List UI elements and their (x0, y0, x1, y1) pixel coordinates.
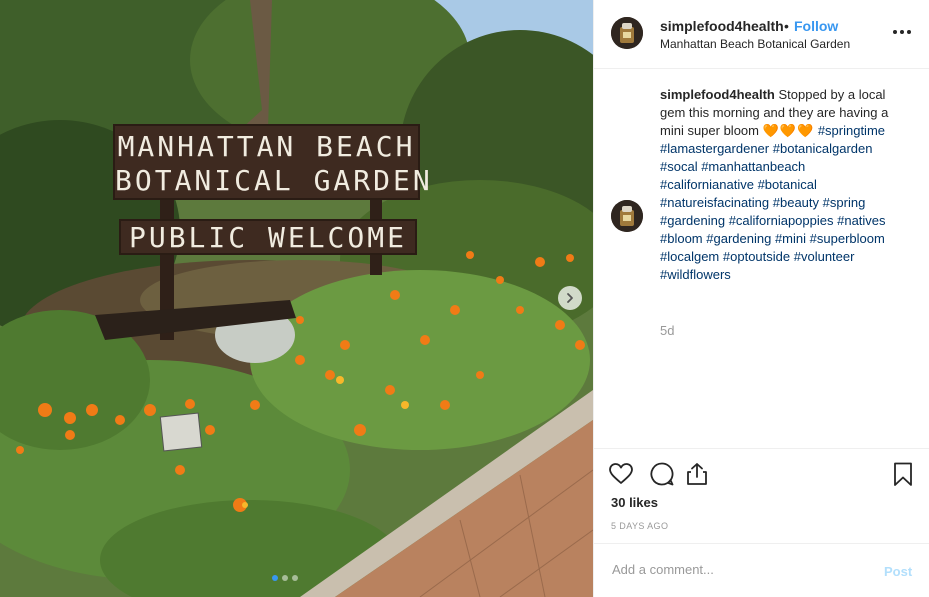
location-link[interactable]: Manhattan Beach Botanical Garden (660, 37, 850, 51)
hashtag-link[interactable]: #localgem (660, 249, 719, 264)
carousel-dot (292, 575, 298, 581)
hashtag-link[interactable]: #natureisfacinating (660, 195, 769, 210)
garden-sign-top: MANHATTAN BEACH BOTANICAL GARDEN (113, 124, 433, 200)
instagram-post-modal: MANHATTAN BEACH BOTANICAL GARDEN PUBLIC … (0, 0, 929, 597)
hashtag-link[interactable]: #bloom (660, 231, 703, 246)
add-comment-bar: Post (594, 543, 929, 597)
hashtag-link[interactable]: #mini (775, 231, 806, 246)
caption-text: simplefood4health Stopped by a local gem… (660, 86, 900, 284)
hashtag-link[interactable]: #manhattanbeach (701, 159, 805, 174)
follow-button[interactable]: Follow (794, 18, 838, 34)
comment-icon[interactable] (649, 461, 675, 487)
heart-icon[interactable] (608, 461, 634, 487)
sign-line-2: BOTANICAL GARDEN (115, 164, 433, 197)
hashtag-link[interactable]: #gardening (660, 213, 725, 228)
garden-sign-bottom: PUBLIC WELCOME (119, 219, 417, 255)
header-username[interactable]: simplefood4health (660, 18, 784, 34)
avatar[interactable] (611, 200, 643, 232)
hashtag-link[interactable]: #botanical (758, 177, 817, 192)
more-options-icon (893, 30, 897, 34)
posted-timestamp[interactable]: 5 DAYS AGO (611, 521, 668, 531)
hashtag-link[interactable]: #springtime (818, 123, 885, 138)
profile-photo-icon (611, 200, 643, 232)
hashtag-link[interactable]: #wildflowers (660, 267, 731, 282)
hashtag-link[interactable]: #superbloom (810, 231, 885, 246)
post-header: simplefood4health • Follow Manhattan Bea… (594, 0, 929, 69)
comment-input[interactable] (610, 561, 864, 578)
caption-username[interactable]: simplefood4health (660, 87, 775, 102)
post-photo[interactable]: MANHATTAN BEACH BOTANICAL GARDEN PUBLIC … (0, 0, 593, 597)
chevron-right-icon (567, 293, 573, 303)
bookmark-icon[interactable] (890, 461, 916, 487)
hashtag-link[interactable]: #beauty (773, 195, 819, 210)
hashtag-link[interactable]: #californiapoppies (729, 213, 834, 228)
hashtag-link[interactable]: #gardening (706, 231, 771, 246)
carousel-dot (282, 575, 288, 581)
separator-dot: • (784, 18, 789, 34)
carousel-indicator (272, 575, 298, 581)
hashtag-link[interactable]: #botanicalgarden (773, 141, 873, 156)
sign-line-3: PUBLIC WELCOME (128, 221, 407, 254)
sign-line-1: MANHATTAN BEACH (117, 130, 416, 163)
share-icon[interactable] (684, 461, 710, 487)
next-photo-button[interactable] (558, 286, 582, 310)
more-options-icon-dot (900, 30, 904, 34)
hashtag-link[interactable]: #volunteer (794, 249, 855, 264)
profile-photo-icon (611, 17, 643, 49)
post-comment-button[interactable]: Post (884, 564, 912, 579)
action-bar: 30 likes 5 DAYS AGO (594, 448, 929, 543)
more-options-icon-dot (907, 30, 911, 34)
hashtag-link[interactable]: #natives (837, 213, 885, 228)
hashtag-link[interactable]: #spring (823, 195, 866, 210)
avatar[interactable] (611, 17, 643, 49)
likes-count[interactable]: 30 likes (611, 495, 658, 510)
garden-scene-image (0, 0, 593, 597)
post-side-panel: simplefood4health • Follow Manhattan Bea… (593, 0, 929, 597)
hashtag-link[interactable]: #lamastergardener (660, 141, 769, 156)
hashtag-list: #springtime #lamastergardener #botanical… (660, 123, 886, 282)
carousel-dot (272, 575, 278, 581)
caption-age: 5d (660, 323, 675, 338)
hashtag-link[interactable]: #socal (660, 159, 698, 174)
hashtag-link[interactable]: #californianative (660, 177, 754, 192)
more-options-button[interactable] (890, 22, 914, 42)
orange-heart-emoji: 🧡🧡🧡 (762, 123, 815, 138)
hashtag-link[interactable]: #optoutside (723, 249, 790, 264)
